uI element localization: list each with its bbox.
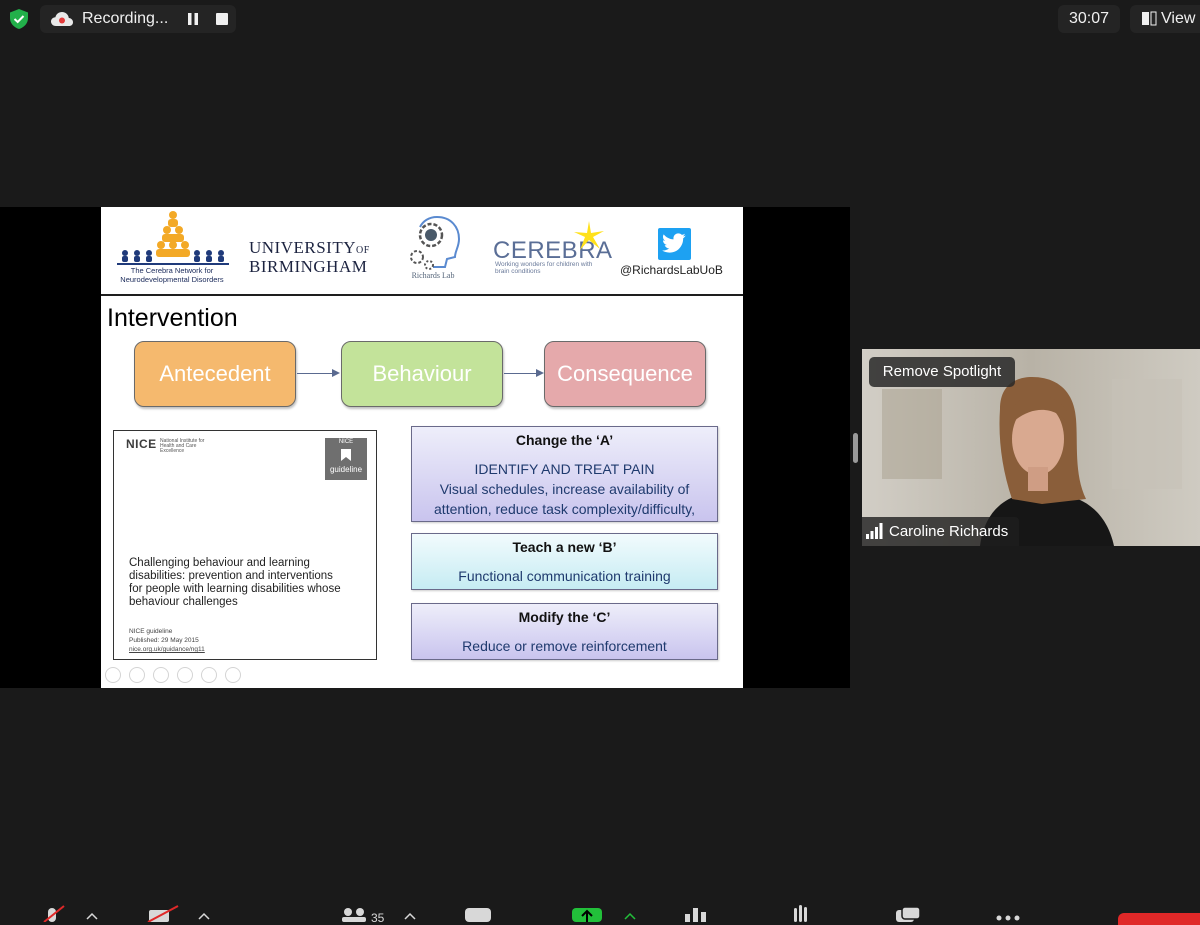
change-a-box: Change the ‘A’ IDENTIFY AND TREAT PAIN V… [411, 426, 718, 522]
participant-name: Caroline Richards [889, 523, 1009, 540]
panel-resize-handle[interactable] [853, 433, 858, 463]
recording-label: Recording... [82, 10, 169, 27]
share-screen-icon[interactable] [572, 907, 602, 922]
behaviour-box: Behaviour [341, 341, 503, 407]
polls-icon[interactable] [683, 906, 709, 922]
teach-b-body: Functional communication training [458, 568, 671, 584]
uob-of: OF [356, 245, 370, 256]
change-a-line-1: IDENTIFY AND TREAT PAIN [474, 461, 655, 477]
cloud-recording-icon [51, 12, 73, 26]
stop-icon[interactable] [216, 13, 228, 25]
mute-microphone-icon[interactable] [40, 904, 68, 922]
change-a-line-3: attention, reduce task complexity/diffic… [434, 501, 695, 517]
slide-title: Intervention [107, 304, 238, 332]
richards-lab-logo [410, 216, 461, 270]
change-a-heading: Change the ‘A’ [515, 432, 614, 448]
previous-slide-icon[interactable] [105, 667, 121, 683]
remove-spotlight-button[interactable]: Remove Spotlight [869, 357, 1015, 387]
more-options-icon[interactable] [225, 667, 241, 683]
header-divider [101, 294, 743, 296]
meta-line-3: nice.org.uk/guidance/ng11 [129, 646, 205, 653]
antecedent-box: Antecedent [134, 341, 296, 407]
nice-document-title: Challenging behaviour and learning disab… [129, 557, 341, 608]
pen-icon[interactable] [153, 667, 169, 683]
teach-b-heading: Teach a new ‘B’ [512, 539, 617, 555]
pause-icon[interactable] [186, 12, 200, 26]
participants-count: 35 [371, 911, 385, 925]
participants-chevron-icon[interactable] [404, 912, 416, 920]
breakout-rooms-icon[interactable] [890, 907, 924, 922]
next-slide-icon[interactable] [129, 667, 145, 683]
consequence-box: Consequence [544, 341, 706, 407]
presentation-slide: The Cerebra Network for Neurodevelopment… [101, 207, 743, 688]
arrow-b-to-c [504, 373, 536, 374]
view-label: View [1161, 10, 1196, 27]
arrow-a-to-b [297, 373, 332, 374]
end-meeting-button[interactable] [1118, 913, 1200, 925]
audio-options-chevron-icon[interactable] [86, 912, 98, 920]
meta-line-1: NICE guideline [129, 628, 173, 635]
nice-document-meta: NICE guideline Published: 29 May 2015 ni… [129, 627, 205, 654]
more-icon[interactable] [994, 914, 1022, 922]
video-options-chevron-icon[interactable] [198, 912, 210, 920]
twitter-logo-icon [658, 228, 691, 260]
badge-top-text: NICE [338, 439, 354, 445]
share-options-chevron-icon[interactable] [624, 912, 636, 920]
connection-signal-icon [866, 523, 883, 539]
nice-guideline-badge: NICE guideline [325, 438, 367, 480]
bookmark-icon [341, 449, 351, 461]
nice-institute-name: National Institute for Health and Care E… [160, 438, 205, 454]
cerebra-star-icon [574, 221, 604, 250]
modify-c-heading: Modify the ‘C’ [518, 609, 611, 625]
slideshow-controls [105, 667, 255, 685]
stop-video-icon[interactable] [146, 904, 182, 922]
arrow-head-a-to-b [332, 369, 340, 377]
uob-line2: BIRMINGHAM [249, 257, 368, 276]
university-of-birmingham-logo: UNIVERSITYOF BIRMINGHAM [249, 238, 370, 276]
meta-line-2: Published: 29 May 2015 [129, 637, 199, 644]
richards-lab-label: Richards Lab [411, 271, 455, 280]
badge-label: guideline [329, 465, 363, 474]
modify-c-body: Reduce or remove reinforcement [462, 638, 667, 654]
twitter-handle: @RichardsLabUoB [620, 263, 723, 277]
modify-c-box: Modify the ‘C’ Reduce or remove reinforc… [411, 603, 718, 660]
cerebra-tagline: Working wonders for children with brain … [495, 261, 593, 275]
slides-grid-icon[interactable] [177, 667, 193, 683]
chat-icon[interactable] [464, 907, 492, 922]
meeting-timer: 30:07 [1058, 5, 1120, 33]
reactions-icon[interactable] [788, 905, 816, 922]
view-layout-icon [1142, 11, 1157, 26]
teach-b-box: Teach a new ‘B’ Functional communication… [411, 533, 718, 590]
cerebra-network-name: The Cerebra Network for Neurodevelopment… [120, 266, 224, 284]
arrow-head-b-to-c [536, 369, 544, 377]
security-shield-icon[interactable] [8, 8, 30, 30]
zoom-icon[interactable] [201, 667, 217, 683]
participants-icon[interactable] [340, 907, 368, 922]
uob-line1: UNIVERSITY [249, 238, 356, 257]
nice-logo: NICE [126, 437, 157, 451]
change-a-line-2: Visual schedules, increase availability … [439, 481, 690, 497]
nice-guideline-document: NICE National Institute for Health and C… [113, 430, 377, 660]
